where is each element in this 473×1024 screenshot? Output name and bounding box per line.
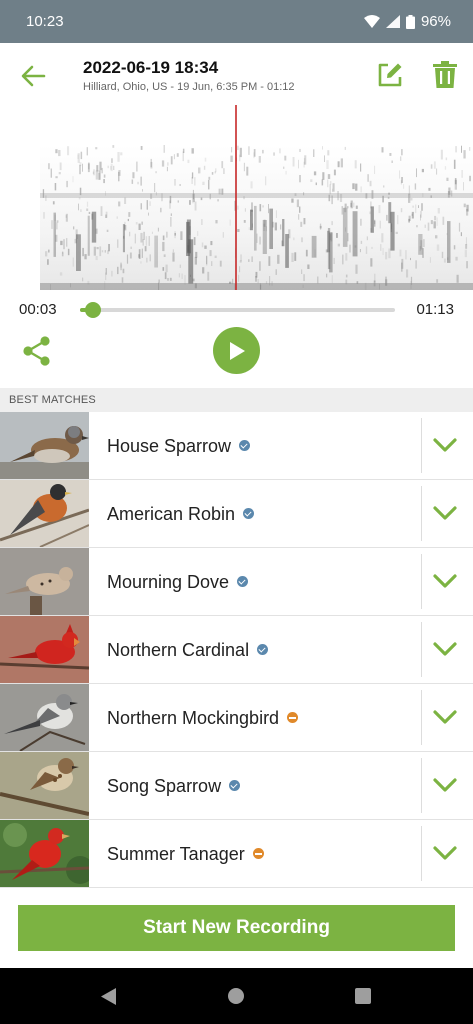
- chevron-down-icon[interactable]: [432, 570, 458, 592]
- bird-photo-northern-cardinal: [0, 616, 89, 683]
- status-bar: 10:23 96%: [0, 0, 473, 43]
- app-header: 2022-06-19 18:34 Hilliard, Ohio, US - 19…: [0, 43, 473, 105]
- matches-list: House Sparrow American Robin Mourning Do…: [0, 412, 473, 888]
- bird-photo-summer-tanager: [0, 820, 89, 887]
- partial-match-badge-icon: [252, 848, 264, 859]
- row-divider: [421, 826, 422, 881]
- play-button[interactable]: [213, 327, 260, 374]
- status-icons: 96%: [363, 13, 451, 30]
- bird-photo-northern-mockingbird: [0, 684, 89, 751]
- bird-photo-song-sparrow: [0, 752, 89, 819]
- list-item[interactable]: House Sparrow: [0, 412, 473, 480]
- verified-badge-icon: [237, 576, 249, 587]
- battery-percent: 96%: [420, 13, 451, 30]
- species-name: American Robin: [107, 504, 255, 525]
- playback-controls: 00:03 01:13: [0, 290, 473, 388]
- arrow-left-icon[interactable]: [20, 64, 46, 88]
- nav-home-icon[interactable]: [228, 988, 244, 1004]
- verified-badge-icon: [243, 508, 255, 519]
- bird-photo-house-sparrow: [0, 412, 89, 479]
- list-item[interactable]: Song Sparrow: [0, 752, 473, 820]
- nav-recents-icon[interactable]: [355, 988, 371, 1004]
- trash-icon[interactable]: [432, 61, 458, 89]
- best-matches-header: BEST MATCHES: [0, 388, 473, 412]
- row-divider: [421, 622, 422, 677]
- chevron-down-icon[interactable]: [432, 638, 458, 660]
- bird-photo-mourning-dove: [0, 548, 89, 615]
- bird-photo-american-robin: [0, 480, 89, 547]
- play-icon: [229, 341, 245, 360]
- nav-back-icon[interactable]: [101, 988, 117, 1005]
- row-divider: [421, 418, 422, 473]
- list-item[interactable]: Northern Cardinal: [0, 616, 473, 684]
- chevron-down-icon[interactable]: [432, 502, 458, 524]
- row-divider: [421, 554, 422, 609]
- battery-icon: [405, 14, 415, 29]
- chevron-down-icon[interactable]: [432, 842, 458, 864]
- chevron-down-icon[interactable]: [432, 774, 458, 796]
- list-item[interactable]: Summer Tanager: [0, 820, 473, 888]
- partial-match-badge-icon: [287, 712, 299, 723]
- row-divider: [421, 758, 422, 813]
- row-divider: [421, 690, 422, 745]
- share-icon[interactable]: [22, 336, 52, 366]
- status-time: 10:23: [26, 13, 64, 30]
- species-name: House Sparrow: [107, 436, 251, 457]
- current-time: 00:03: [19, 301, 57, 318]
- total-time: 01:13: [416, 301, 454, 318]
- edit-icon[interactable]: [377, 62, 403, 88]
- footer: Start New Recording: [0, 888, 473, 968]
- seek-bar[interactable]: [80, 302, 395, 318]
- species-name: Northern Cardinal: [107, 640, 269, 661]
- verified-badge-icon: [239, 440, 251, 451]
- chevron-down-icon[interactable]: [432, 434, 458, 456]
- list-item[interactable]: Mourning Dove: [0, 548, 473, 616]
- signal-icon: [385, 15, 400, 28]
- species-name: Song Sparrow: [107, 776, 241, 797]
- verified-badge-icon: [257, 644, 269, 655]
- start-new-recording-button[interactable]: Start New Recording: [18, 905, 455, 951]
- species-name: Summer Tanager: [107, 844, 264, 865]
- chevron-down-icon[interactable]: [432, 706, 458, 728]
- list-item[interactable]: American Robin: [0, 480, 473, 548]
- seek-bar-thumb[interactable]: [84, 302, 101, 318]
- row-divider: [421, 486, 422, 541]
- spectrogram[interactable]: [0, 105, 473, 290]
- system-nav-bar: [0, 968, 473, 1024]
- wifi-icon: [363, 15, 380, 28]
- verified-badge-icon: [229, 780, 241, 791]
- recording-subtitle: Hilliard, Ohio, US - 19 Jun, 6:35 PM - 0…: [83, 81, 295, 93]
- recording-title: 2022-06-19 18:34: [83, 58, 219, 77]
- species-name: Mourning Dove: [107, 572, 249, 593]
- species-name: Northern Mockingbird: [107, 708, 299, 729]
- list-item[interactable]: Northern Mockingbird: [0, 684, 473, 752]
